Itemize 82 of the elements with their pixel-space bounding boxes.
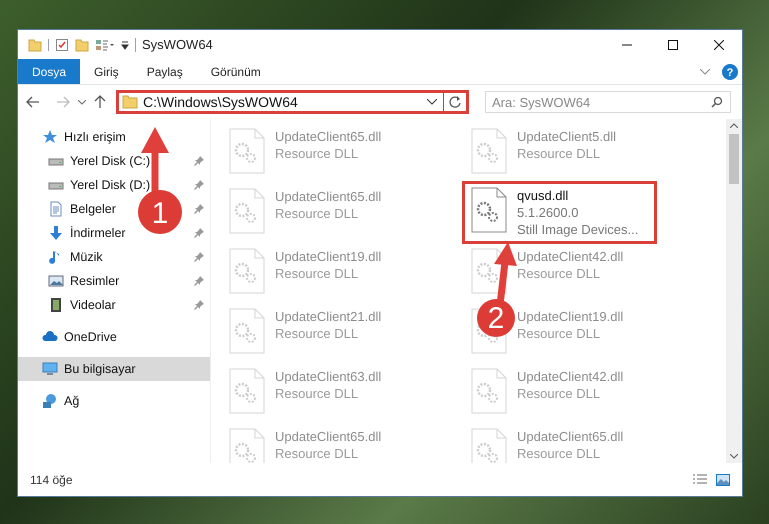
sidebar-item[interactable]: OneDrive — [64, 328, 117, 346]
pin-icon[interactable] — [194, 252, 204, 262]
network-icon — [42, 393, 58, 409]
file-detail: Resource DLL — [517, 385, 602, 402]
computer-icon — [42, 361, 58, 377]
properties-icon[interactable] — [95, 38, 115, 52]
file-item[interactable]: qvusd.dll 5.1.2600.0 Still Image Devices... — [462, 181, 658, 244]
back-arrow-icon[interactable] — [26, 96, 40, 108]
scroll-up-icon[interactable] — [730, 123, 738, 128]
scrollbar-thumb[interactable] — [729, 134, 739, 184]
file-detail: Resource DLL — [517, 325, 602, 342]
scrollbar[interactable] — [726, 119, 742, 463]
chevron-down-icon[interactable] — [427, 99, 437, 105]
video-icon — [48, 297, 64, 313]
file-detail: Resource DLL — [275, 445, 360, 462]
file-name: UpdateClient65.dll — [275, 128, 382, 145]
sidebar-item[interactable]: Hızlı erişim — [64, 128, 126, 146]
file-detail: Resource DLL — [517, 265, 602, 282]
file-detail: Resource DLL — [275, 205, 360, 222]
file-detail: Resource DLL — [517, 145, 602, 162]
download-icon — [48, 225, 64, 241]
file-name: UpdateClient42.dll — [517, 368, 624, 385]
pin-icon[interactable] — [194, 180, 204, 190]
search-icon[interactable] — [711, 96, 723, 108]
scroll-down-icon[interactable] — [730, 454, 738, 459]
file-detail: Resource DLL — [517, 445, 602, 462]
item-count: 114 öğe — [30, 472, 72, 488]
file-name: UpdateClient65.dll — [275, 188, 382, 205]
address-path: C:\Windows\SysWOW64 — [143, 92, 298, 112]
pin-icon[interactable] — [194, 300, 204, 310]
file-name: qvusd.dll — [517, 187, 570, 204]
maximize-icon — [668, 40, 678, 50]
file-name: UpdateClient42.dll — [517, 248, 624, 265]
pin-icon[interactable] — [194, 276, 204, 286]
help-icon[interactable]: ? — [722, 64, 738, 80]
file-name: UpdateClient65.dll — [517, 428, 624, 445]
pin-icon[interactable] — [194, 204, 204, 214]
address-field[interactable]: C:\Windows\SysWOW64 — [116, 90, 469, 114]
sidebar-item[interactable]: Belgeler — [70, 200, 116, 218]
ribbon-tab[interactable]: Görünüm — [196, 59, 275, 84]
sidebar-item[interactable]: Bu bilgisayar — [64, 360, 136, 378]
file-name: UpdateClient19.dll — [517, 308, 624, 325]
sidebar-item[interactable]: İndirmeler — [70, 224, 126, 242]
file-detail: Resource DLL — [275, 265, 360, 282]
sidebar-item[interactable]: Videolar — [70, 296, 116, 314]
file-name: UpdateClient65.dll — [275, 428, 382, 445]
callout-badge: 1 — [138, 190, 182, 234]
file-detail: Still Image Devices... — [517, 221, 638, 238]
star-icon — [42, 129, 58, 145]
file-name: UpdateClient63.dll — [275, 368, 382, 385]
search-field[interactable]: Ara: SysWOW64 — [485, 91, 731, 113]
picture-icon — [48, 273, 64, 289]
folder-icon[interactable] — [75, 38, 89, 52]
ribbon-tab[interactable]: Giriş — [80, 59, 133, 84]
chevron-down-icon[interactable] — [78, 100, 86, 104]
folder-icon — [122, 95, 138, 109]
file-detail: 5.1.2600.0 — [517, 204, 580, 221]
file-name: UpdateClient19.dll — [275, 248, 382, 265]
document-icon — [48, 201, 64, 217]
large-icons-view-icon[interactable] — [716, 474, 730, 486]
file-detail: Resource DLL — [275, 385, 360, 402]
folder-icon[interactable] — [28, 38, 42, 52]
checklist-icon[interactable] — [55, 38, 69, 52]
file-detail: Resource DLL — [275, 325, 360, 342]
sidebar-item[interactable]: Müzik — [70, 248, 103, 266]
customize-toolbar-icon[interactable] — [121, 38, 129, 50]
up-arrow-icon[interactable] — [94, 95, 106, 109]
ribbon-tab[interactable]: Dosya — [18, 59, 80, 84]
refresh-icon[interactable] — [448, 95, 462, 109]
file-name: UpdateClient21.dll — [275, 308, 382, 325]
details-view-icon[interactable] — [692, 474, 708, 486]
pin-icon[interactable] — [194, 156, 204, 166]
window-title: SysWOW64 — [142, 36, 213, 54]
pin-icon[interactable] — [194, 228, 204, 238]
file-detail: Resource DLL — [275, 145, 360, 162]
sidebar-item[interactable]: Yerel Disk (C:) — [70, 152, 150, 170]
file-name: UpdateClient5.dll — [517, 128, 616, 145]
ribbon-tab[interactable]: Paylaş — [132, 59, 197, 84]
sidebar-item[interactable]: Resimler — [70, 272, 120, 290]
callout-badge: 2 — [477, 299, 515, 337]
sidebar-item[interactable]: Ağ — [64, 392, 80, 410]
close-icon — [714, 40, 724, 50]
